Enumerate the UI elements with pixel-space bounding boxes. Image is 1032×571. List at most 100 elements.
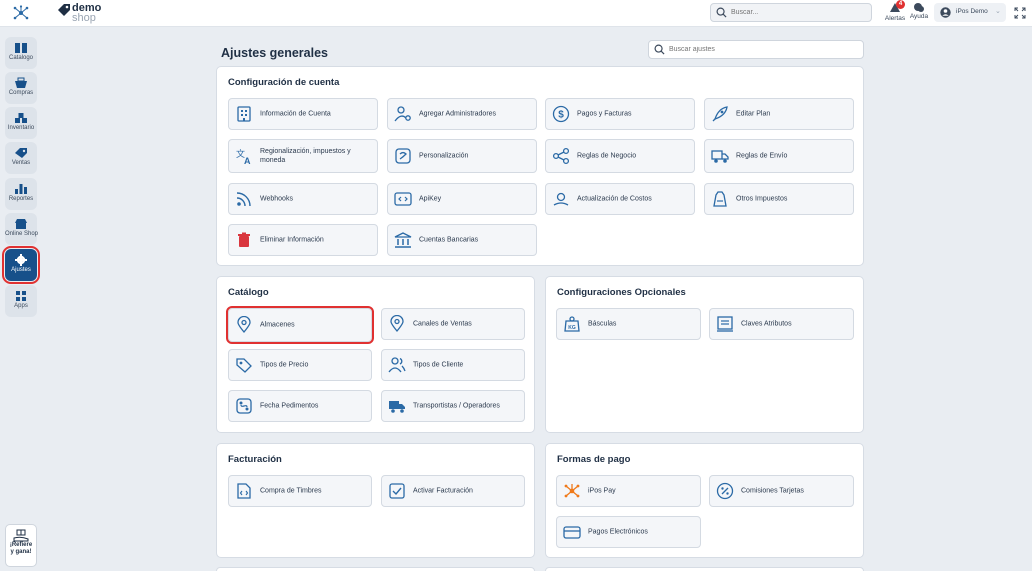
btn-agregar-administradores[interactable]: Agregar Administradores (387, 98, 537, 130)
apps-grid-icon (5, 290, 37, 302)
sidebar-item-inventario[interactable]: Inventario (5, 107, 37, 139)
btn-regionalizacion[interactable]: 文A Regionalización, impuestos y moneda (228, 139, 378, 173)
help-label: Ayuda (909, 13, 929, 20)
list-box-icon (716, 315, 734, 333)
btn-almacenes[interactable]: Almacenes (226, 306, 374, 344)
chevron-down-icon: ⌄ (995, 8, 1001, 15)
btn-pagos-electronicos[interactable]: Pagos Electrónicos (556, 516, 701, 548)
sidebar-item-label: Apps (14, 303, 28, 309)
btn-personalizacion[interactable]: Personalización (387, 139, 537, 173)
sidebar-item-label: Ajustes (11, 267, 31, 273)
btn-actualizacion-costos[interactable]: Actualización de Costos (545, 183, 695, 215)
btn-label: Eliminar Información (260, 236, 324, 244)
rss-icon (235, 190, 253, 208)
alerts-button[interactable]: 4 Alertas (884, 0, 906, 22)
books-icon (5, 42, 37, 54)
btn-label: Pagos Electrónicos (588, 528, 648, 536)
btn-label: Activar Facturación (413, 487, 473, 495)
page-title: Ajustes generales (221, 46, 328, 60)
btn-label: Editar Plan (736, 110, 771, 118)
sidebar-item-catalogo[interactable]: Catalogo (5, 37, 37, 69)
user-key-icon (394, 105, 412, 123)
sidebar-item-compras[interactable]: Compras (5, 72, 37, 104)
btn-label: Compra de Timbres (260, 487, 322, 495)
btn-label: Almacenes (260, 321, 295, 329)
btn-ipos-pay[interactable]: iPos Pay (556, 475, 701, 507)
percent-circle-icon (716, 482, 734, 500)
sidebar-item-ajustes[interactable]: Ajustes (2, 246, 40, 284)
global-search-input[interactable] (731, 6, 867, 19)
btn-fecha-pedimentos[interactable]: Fecha Pedimentos (228, 390, 372, 422)
alerts-badge: 4 (896, 0, 905, 9)
sidebar-item-online-shop[interactable]: Online Shop (5, 213, 38, 245)
settings-search[interactable] (648, 40, 864, 59)
btn-transportistas[interactable]: Transportistas / Operadores (381, 390, 525, 422)
trash-icon (235, 231, 253, 249)
palette-icon (394, 147, 412, 165)
btn-informacion-cuenta[interactable]: Información de Cuenta (228, 98, 378, 130)
share-nodes-icon (552, 147, 570, 165)
section-card-partial (216, 567, 535, 571)
sidebar-item-reportes[interactable]: Reportes (5, 178, 37, 210)
bar-chart-icon (5, 183, 37, 195)
section-title: Formas de pago (557, 454, 631, 465)
global-search[interactable] (710, 3, 872, 22)
file-code-icon (235, 482, 253, 500)
btn-claves-atributos[interactable]: Claves Atributos (709, 308, 854, 340)
btn-editar-plan[interactable]: Editar Plan (704, 98, 854, 130)
btn-compra-timbres[interactable]: Compra de Timbres (228, 475, 372, 507)
alerts-label: Alertas (884, 15, 906, 22)
btn-canales-ventas[interactable]: Canales de Ventas (381, 308, 525, 340)
code-icon (394, 190, 412, 208)
section-facturacion: Facturación Compra de Timbres Activar Fa… (216, 443, 535, 558)
sidebar-item-ventas[interactable]: Ventas (5, 142, 37, 174)
svg-text:$: $ (558, 110, 564, 121)
tax-bag-icon (711, 190, 729, 208)
btn-basculas[interactable]: KG Básculas (556, 308, 701, 340)
credit-card-icon (563, 523, 581, 541)
btn-webhooks[interactable]: Webhooks (228, 183, 378, 215)
btn-tipos-precio[interactable]: Tipos de Precio (228, 349, 372, 381)
btn-reglas-negocio[interactable]: Reglas de Negocio (545, 139, 695, 173)
user-menu[interactable]: iPos Demo ⌄ (934, 3, 1006, 22)
btn-pagos-facturas[interactable]: $ Pagos y Facturas (545, 98, 695, 130)
user-name: iPos Demo (956, 8, 988, 15)
section-title: Facturación (228, 454, 282, 465)
rocket-icon (711, 105, 729, 123)
users-icon (388, 356, 406, 374)
fullscreen-icon[interactable] (1014, 6, 1026, 24)
btn-otros-impuestos[interactable]: Otros Impuestos (704, 183, 854, 215)
section-opcionales: Configuraciones Opcionales KG Básculas C… (545, 276, 864, 433)
svg-text:KG: KG (568, 325, 576, 331)
btn-reglas-envio[interactable]: Reglas de Envío (704, 139, 854, 173)
btn-label: Webhooks (260, 195, 293, 203)
sidebar-item-label: Reportes (8, 196, 34, 202)
gift-hand-icon (6, 528, 36, 542)
sidebar-item-label: Catalogo (8, 55, 34, 61)
sidebar-item-apps[interactable]: Apps (5, 285, 37, 317)
btn-apikey[interactable]: ApiKey (387, 183, 537, 215)
help-button[interactable]: Ayuda (909, 2, 929, 20)
brand-line2: shop (72, 12, 96, 24)
building-icon (235, 105, 253, 123)
btn-activar-facturacion[interactable]: Activar Facturación (381, 475, 525, 507)
gear-icon (5, 254, 37, 266)
btn-cuentas-bancarias[interactable]: Cuentas Bancarias (387, 224, 537, 256)
settings-search-input[interactable] (669, 43, 859, 56)
tag-icon (5, 147, 37, 159)
btn-label: Otros Impuestos (736, 195, 788, 203)
btn-eliminar-informacion[interactable]: Eliminar Información (228, 224, 378, 256)
truck-icon (388, 397, 406, 415)
chat-icon (909, 2, 929, 13)
network-icon[interactable] (12, 5, 30, 26)
btn-tipos-cliente[interactable]: Tipos de Cliente (381, 349, 525, 381)
truck-icon (711, 147, 729, 165)
btn-label: Reglas de Envío (736, 152, 788, 160)
brand-logo[interactable]: demo shop (57, 2, 117, 24)
btn-label: Tipos de Precio (260, 361, 309, 369)
refer-button[interactable]: ¡Refiere y gana! (5, 524, 37, 567)
btn-label: Fecha Pedimentos (260, 402, 319, 410)
section-title: Configuración de cuenta (228, 77, 340, 88)
refer-line2: y gana! (10, 549, 32, 555)
btn-comisiones-tarjetas[interactable]: Comisiones Tarjetas (709, 475, 854, 507)
